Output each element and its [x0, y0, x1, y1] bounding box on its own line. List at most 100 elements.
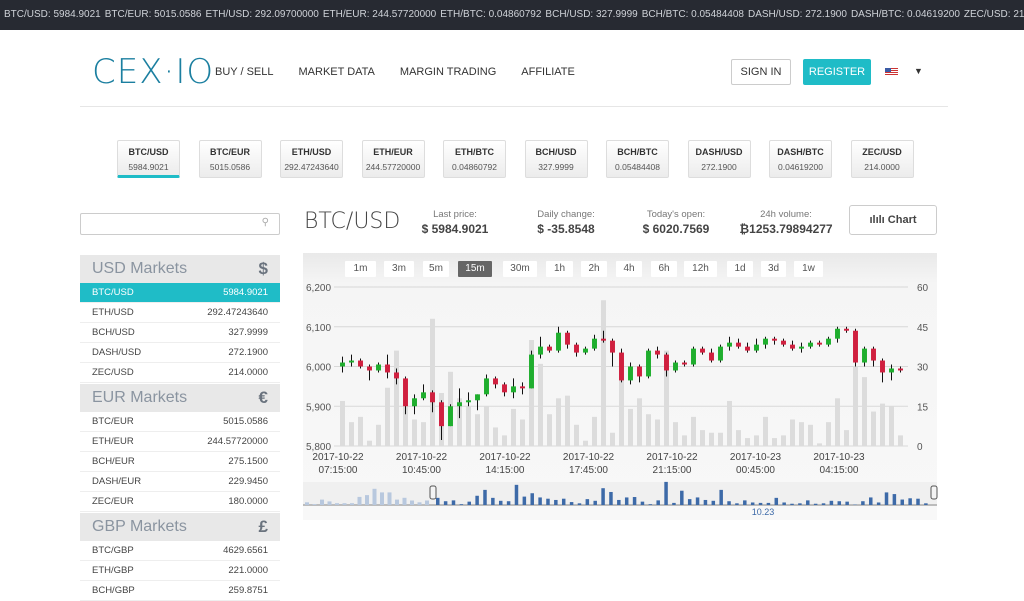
candle-down — [772, 339, 777, 341]
navigator-bar-out — [343, 503, 347, 505]
navigator-handle — [931, 486, 937, 499]
navigator-bar — [538, 497, 542, 505]
volume-bar — [853, 367, 858, 447]
navigator-bar — [806, 500, 810, 505]
volume-bar — [466, 406, 471, 446]
navigator-bar — [649, 504, 653, 505]
volume-axis-label: 15 — [917, 402, 929, 413]
candle-up — [673, 363, 678, 371]
candle-up — [349, 361, 354, 363]
navigator-bar — [845, 502, 849, 505]
volume-bar — [835, 398, 840, 446]
navigator-bar — [523, 497, 527, 505]
y-axis-label: 6,200 — [306, 283, 331, 294]
candle-down — [547, 347, 552, 351]
navigator-bar — [885, 492, 889, 505]
candle-down — [682, 363, 687, 365]
navigator-bar — [838, 501, 842, 505]
navigator-bar — [554, 500, 558, 505]
candle-down — [403, 378, 408, 406]
navigator-bar-out — [395, 500, 399, 505]
volume-bar — [889, 406, 894, 446]
navigator-bar — [704, 500, 708, 505]
navigator-bar — [901, 500, 905, 505]
navigator-bar-out — [313, 504, 317, 505]
volume-bar — [781, 435, 786, 446]
navigator-bar — [586, 499, 590, 505]
candle-up — [376, 365, 381, 371]
navigator-bar — [507, 501, 511, 505]
candle-up — [556, 333, 561, 351]
candle-up — [475, 394, 480, 400]
navigator-bar — [790, 504, 794, 505]
volume-bar — [502, 435, 507, 446]
navigator-bar — [696, 497, 700, 505]
volume-axis-label: 0 — [917, 442, 923, 453]
navigator-bar — [861, 501, 865, 505]
candle-up — [457, 402, 462, 406]
candle-up — [592, 339, 597, 349]
volume-bar — [862, 377, 867, 446]
navigator-bar — [467, 502, 471, 505]
candle-down — [520, 386, 525, 388]
navigator-bar — [483, 490, 487, 505]
x-axis-label: 2017-10-22 — [312, 452, 364, 463]
volume-bar — [736, 430, 741, 446]
volume-bar — [385, 388, 390, 446]
volume-bar — [592, 417, 597, 446]
candle-up — [628, 367, 633, 381]
navigator-bar-out — [305, 502, 309, 505]
volume-bar — [565, 396, 570, 446]
navigator-bar — [444, 501, 448, 505]
navigator-handle — [430, 486, 436, 499]
navigator-bar — [593, 501, 597, 505]
navigator-bar — [869, 497, 873, 505]
volume-bar — [799, 422, 804, 446]
candle-up — [718, 347, 723, 361]
candle-up — [448, 406, 453, 426]
navigator-bar-out — [380, 492, 384, 505]
navigator-bar — [515, 485, 519, 505]
candlestick-chart[interactable]: 6,200606,100456,000305,900155,80002017-1… — [0, 0, 1024, 588]
candle-up — [799, 347, 804, 349]
volume-bar — [340, 401, 345, 446]
candle-down — [385, 365, 390, 373]
navigator-bar-out — [335, 503, 339, 505]
navigator-bar — [767, 503, 771, 505]
navigator-bar — [546, 499, 550, 505]
volume-bar — [691, 417, 696, 446]
navigator-bar-out — [320, 500, 324, 505]
candle-up — [889, 368, 894, 372]
navigator-bar — [727, 501, 731, 505]
candle-up — [412, 398, 417, 406]
navigator-bar — [893, 494, 897, 505]
volume-axis-label: 30 — [917, 363, 929, 374]
navigator-bar — [743, 500, 747, 505]
navigator-bar-out — [373, 489, 377, 505]
navigator-bar-out — [350, 503, 354, 505]
x-axis-label: 2017-10-22 — [479, 452, 531, 463]
navigator-bar-out — [388, 492, 392, 505]
candle-down — [781, 341, 786, 345]
candle-down — [565, 333, 570, 345]
volume-bar — [673, 422, 678, 446]
candle-down — [358, 361, 363, 367]
candle-down — [367, 367, 372, 371]
navigator-bar — [452, 500, 456, 505]
x-axis-label: 14:15:00 — [486, 465, 525, 476]
navigator-bar-out — [403, 498, 407, 505]
x-axis-label: 07:15:00 — [319, 465, 358, 476]
volume-bar — [412, 420, 417, 447]
navigator-bar — [814, 504, 818, 505]
candle-down — [601, 339, 606, 341]
navigator-bar — [656, 500, 660, 505]
x-axis-label: 17:45:00 — [569, 465, 608, 476]
volume-axis-label: 60 — [917, 283, 929, 294]
candle-up — [862, 349, 867, 363]
candle-down — [844, 329, 849, 331]
x-axis-label: 21:15:00 — [653, 465, 692, 476]
candle-up — [421, 392, 426, 398]
candle-up — [466, 400, 471, 402]
volume-bar — [538, 364, 543, 446]
y-axis-label: 6,000 — [306, 363, 331, 374]
